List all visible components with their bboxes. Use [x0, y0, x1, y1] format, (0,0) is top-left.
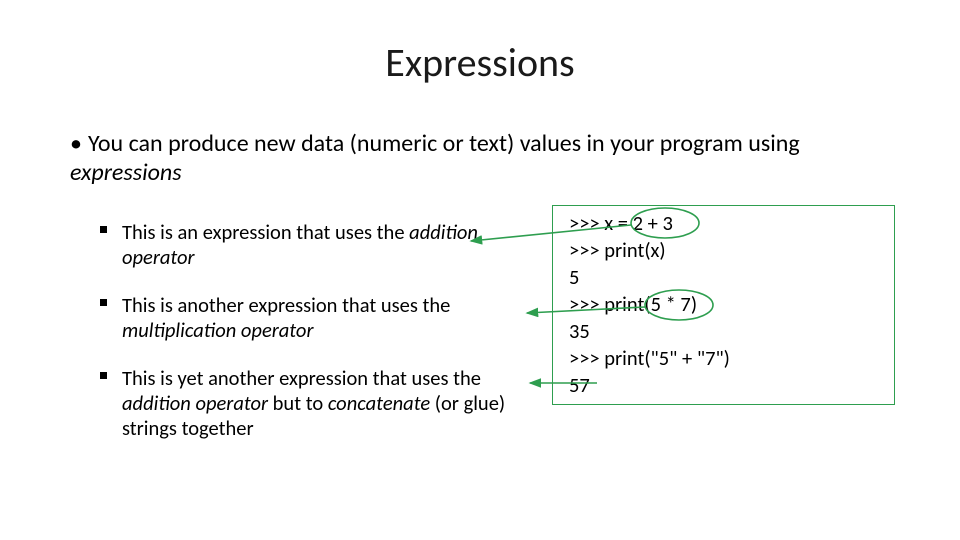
sub-bullet-3: This is yet another expression that uses… — [100, 366, 520, 440]
sub2-text: This is another expression that uses the — [122, 292, 450, 318]
sub-bullet-list: This is an expression that uses the addi… — [100, 220, 520, 464]
code-line-4: >>> print(5 * 7) — [569, 291, 882, 318]
sub3-em1: addition operator — [122, 390, 268, 416]
code-l1a: >>> x = — [569, 210, 633, 236]
main-bullet-prefix: You can produce new data (numeric or tex… — [88, 129, 800, 158]
main-bullet: •You can produce new data (numeric or te… — [70, 130, 860, 188]
code-line-7: 57 — [569, 372, 882, 399]
sub-bullet-1: This is an expression that uses the addi… — [100, 220, 520, 269]
code-box: >>> x = 2 + 3 >>> print(x) 5 >>> print(5… — [552, 205, 895, 405]
code-l4c: ) — [691, 291, 697, 317]
code-line-2: >>> print(x) — [569, 237, 882, 264]
code-line-6: >>> print("5" + "7") — [569, 345, 882, 372]
sub3-em2: concatenate — [328, 390, 430, 416]
square-bullet-icon — [100, 226, 107, 233]
code-line-3: 5 — [569, 264, 882, 291]
code-l1b: 2 + 3 — [633, 210, 673, 236]
square-bullet-icon — [100, 299, 107, 306]
sub3-text: This is yet another expression that uses… — [122, 365, 481, 391]
sub1-text: This is an expression that uses the — [122, 219, 409, 245]
slide: Expressions •You can produce new data (n… — [0, 0, 960, 540]
slide-title: Expressions — [0, 38, 960, 87]
square-bullet-icon — [100, 372, 107, 379]
main-bullet-text: You can produce new data (numeric or tex… — [70, 129, 800, 187]
sub2-em: multiplication operator — [122, 317, 313, 343]
sub-bullet-2: This is another expression that uses the… — [100, 293, 520, 342]
code-line-5: 35 — [569, 318, 882, 345]
code-l4a: >>> print( — [569, 291, 651, 317]
code-line-1: >>> x = 2 + 3 — [569, 210, 882, 237]
main-bullet-em: expressions — [70, 158, 182, 187]
bullet-dot: • — [70, 130, 88, 159]
sub3-mid: but to — [268, 390, 328, 416]
code-l4b: 5 * 7 — [651, 291, 691, 317]
